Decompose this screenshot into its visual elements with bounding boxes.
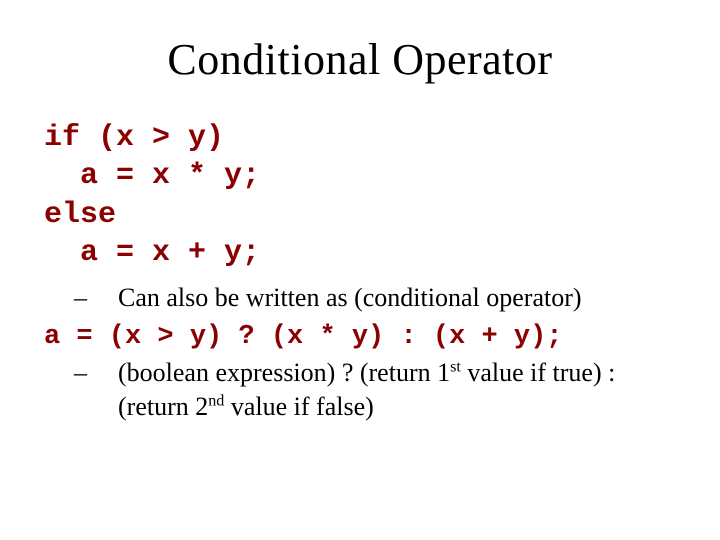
code-line-4: a = x + y; bbox=[44, 236, 260, 270]
ternary-code: a = (x > y) ? (x * y) : (x + y); bbox=[44, 320, 682, 355]
bullet-2-text-c: value if false) bbox=[224, 392, 373, 421]
slide-title: Conditional Operator bbox=[38, 34, 682, 85]
dash-icon: – bbox=[96, 281, 118, 314]
bullet-2-text-a: (boolean expression) ? (return 1 bbox=[118, 358, 450, 387]
bullet-1-text: Can also be written as (conditional oper… bbox=[118, 283, 582, 312]
dash-icon: – bbox=[96, 356, 118, 389]
code-line-2: a = x * y; bbox=[44, 159, 260, 193]
code-line-1: if (x > y) bbox=[44, 121, 224, 155]
code-block: if (x > y) a = x * y; else a = x + y; bbox=[44, 119, 682, 273]
code-line-3: else bbox=[44, 198, 116, 232]
bullet-list: –Can also be written as (conditional ope… bbox=[38, 281, 682, 423]
superscript-st: st bbox=[450, 359, 461, 376]
superscript-nd: nd bbox=[208, 392, 224, 409]
slide: Conditional Operator if (x > y) a = x * … bbox=[0, 0, 720, 540]
bullet-1: –Can also be written as (conditional ope… bbox=[96, 281, 682, 314]
bullet-2: –(boolean expression) ? (return 1st valu… bbox=[96, 356, 682, 423]
